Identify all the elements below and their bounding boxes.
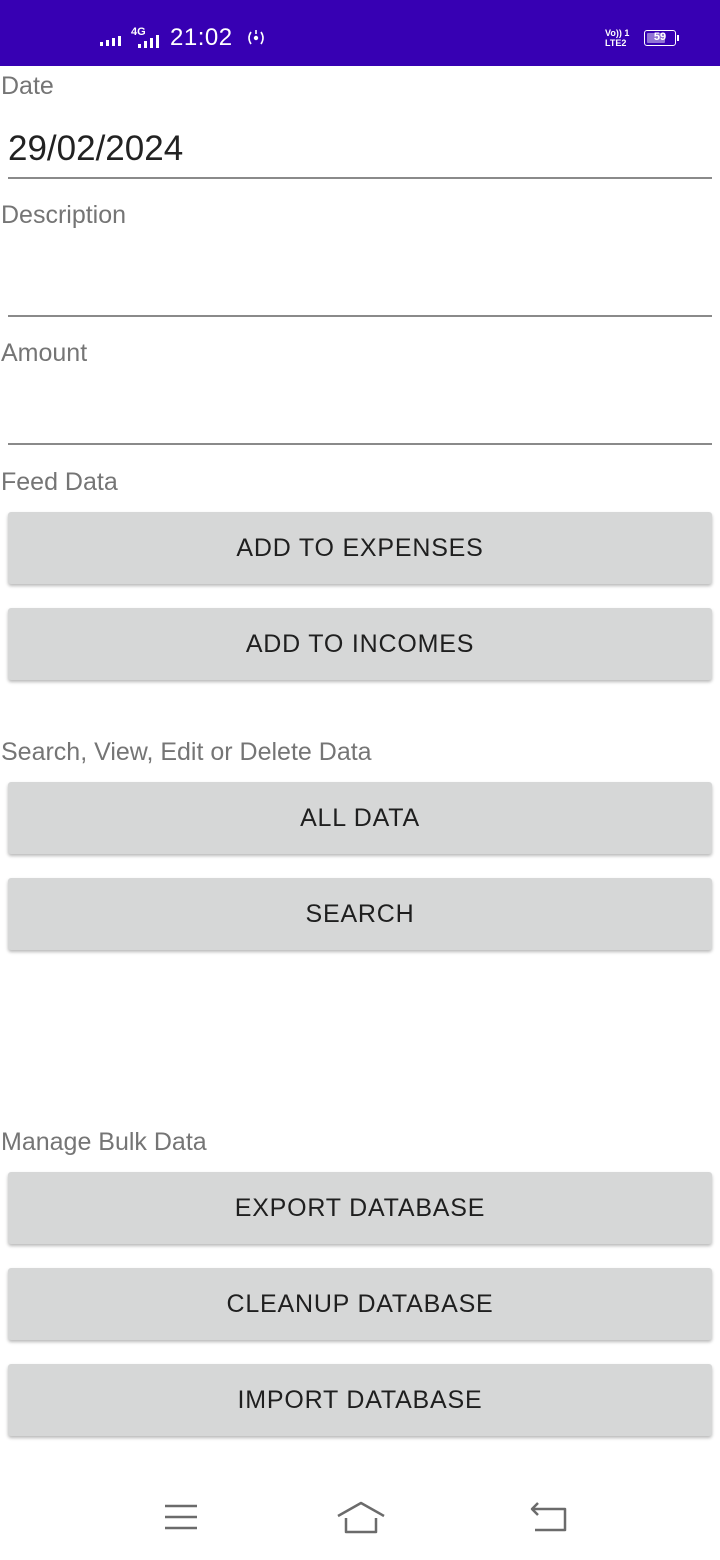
search-button[interactable]: SEARCH xyxy=(8,878,712,950)
add-to-incomes-button[interactable]: ADD TO INCOMES xyxy=(8,608,712,680)
date-label: Date xyxy=(1,72,54,100)
description-input[interactable] xyxy=(8,250,712,317)
menu-icon[interactable] xyxy=(163,1500,199,1534)
volte-line-1: Vo)) 1 xyxy=(605,28,630,38)
add-to-expenses-button[interactable]: ADD TO EXPENSES xyxy=(8,512,712,584)
home-icon[interactable] xyxy=(336,1500,386,1536)
cleanup-database-button[interactable]: CLEANUP DATABASE xyxy=(8,1268,712,1340)
volte-indicator: Vo)) 1 LTE2 xyxy=(605,28,629,48)
import-database-button[interactable]: IMPORT DATABASE xyxy=(8,1364,712,1436)
date-value[interactable]: 29/02/2024 xyxy=(8,129,183,169)
status-bar: 4G 21:02 Vo)) 1 LTE2 59 xyxy=(0,0,720,66)
search-view-label: Search, View, Edit or Delete Data xyxy=(1,738,372,766)
hotspot-icon xyxy=(248,30,264,45)
signal-icon-sim2 xyxy=(138,35,159,48)
status-time: 21:02 xyxy=(170,24,233,51)
amount-input[interactable] xyxy=(8,385,712,445)
back-icon[interactable] xyxy=(528,1500,568,1534)
feed-data-label: Feed Data xyxy=(1,468,118,496)
amount-label: Amount xyxy=(1,339,88,367)
signal-icon xyxy=(100,36,121,46)
export-database-button[interactable]: EXPORT DATABASE xyxy=(8,1172,712,1244)
battery-level-text: 59 xyxy=(653,31,667,43)
all-data-button[interactable]: ALL DATA xyxy=(8,782,712,854)
volte-line-2: LTE2 xyxy=(605,38,627,48)
battery-icon: 59 xyxy=(644,30,676,46)
manage-bulk-data-label: Manage Bulk Data xyxy=(1,1128,207,1156)
description-label: Description xyxy=(1,201,127,229)
battery-nub xyxy=(677,35,679,41)
